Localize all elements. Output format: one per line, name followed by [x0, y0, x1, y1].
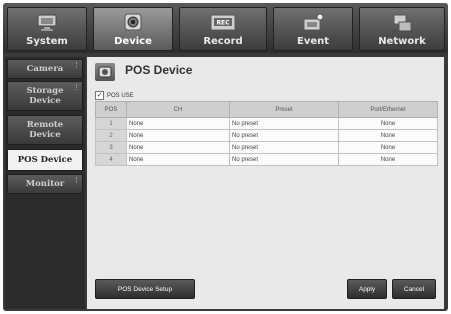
pos-number: 2	[95, 129, 127, 142]
port-select[interactable]: None	[338, 141, 438, 154]
expand-marker-icon	[76, 84, 80, 90]
preset-select[interactable]: No preset	[229, 129, 339, 142]
ch-select[interactable]: None	[126, 117, 230, 130]
pos-use-label: POS USE	[107, 92, 134, 99]
camera-icon	[120, 12, 146, 34]
tab-event[interactable]: Event	[273, 7, 353, 51]
preset-select[interactable]: No preset	[229, 141, 339, 154]
table-row: 2 None No preset None	[95, 129, 438, 142]
ch-select[interactable]: None	[126, 153, 230, 166]
port-select[interactable]: None	[338, 129, 438, 142]
pos-device-setup-button[interactable]: POS Device Setup	[95, 279, 195, 299]
tab-system[interactable]: System	[7, 7, 87, 51]
sidebar-item-storage-device[interactable]: Storage Device	[7, 81, 83, 111]
pos-use-option[interactable]: ✓ POS USE	[95, 91, 134, 100]
sidebar-item-pos-device[interactable]: POS Device	[7, 149, 83, 171]
sidebar-item-remote-device[interactable]: Remote Device	[7, 115, 83, 145]
content-panel: POS Device ✓ POS USE POS CH Preset Port/…	[87, 57, 444, 309]
expand-marker-icon	[76, 177, 80, 183]
apply-button[interactable]: Apply	[347, 279, 387, 299]
pos-table: POS CH Preset Port/Ethernet 1 None No pr…	[95, 101, 438, 166]
tab-device[interactable]: Device	[93, 7, 173, 51]
tab-label: Event	[296, 36, 330, 47]
pos-device-icon	[95, 63, 115, 81]
table-row: 4 None No preset None	[95, 153, 438, 166]
cancel-button[interactable]: Cancel	[392, 279, 436, 299]
sidebar-item-monitor[interactable]: Monitor	[7, 174, 83, 194]
column-header: Port/Ethernet	[338, 101, 438, 118]
pos-number: 1	[95, 117, 127, 130]
sidebar-item-camera[interactable]: Camera	[7, 59, 83, 79]
sidebar-item-label: Camera	[26, 64, 64, 74]
table-row: 3 None No preset None	[95, 141, 438, 154]
table-row: 1 None No preset None	[95, 117, 438, 130]
pos-number: 3	[95, 141, 127, 154]
svg-text:REC: REC	[216, 20, 230, 27]
port-select[interactable]: None	[338, 117, 438, 130]
page-title: POS Device	[125, 63, 193, 77]
tab-label: Network	[378, 36, 426, 47]
column-header: POS	[95, 101, 127, 118]
pos-number: 4	[95, 153, 127, 166]
dvr-window: System Device REC Record Event Network C…	[3, 3, 448, 311]
sidebar-item-label: Remote Device	[26, 120, 64, 140]
sidebar-item-label: Storage Device	[26, 86, 64, 106]
top-menu-bar: System Device REC Record Event Network	[3, 3, 448, 53]
tab-label: Device	[114, 36, 152, 47]
preset-select[interactable]: No preset	[229, 153, 339, 166]
sidebar-item-label: POS Device	[17, 155, 73, 165]
monitor-icon	[34, 12, 60, 34]
column-header: CH	[126, 101, 230, 118]
event-icon	[300, 12, 326, 34]
expand-marker-icon	[76, 62, 80, 68]
ch-select[interactable]: None	[126, 129, 230, 142]
preset-select[interactable]: No preset	[229, 117, 339, 130]
tab-label: System	[26, 36, 68, 47]
pos-use-checkbox[interactable]: ✓	[95, 91, 104, 100]
tab-network[interactable]: Network	[359, 7, 445, 51]
column-header: Preset	[229, 101, 339, 118]
ch-select[interactable]: None	[126, 141, 230, 154]
network-icon	[389, 12, 415, 34]
sidebar: Camera Storage Device Remote Device POS …	[5, 57, 85, 309]
port-select[interactable]: None	[338, 153, 438, 166]
tab-label: Record	[203, 36, 243, 47]
rec-icon: REC	[210, 12, 236, 34]
sidebar-item-label: Monitor	[25, 179, 65, 189]
tab-record[interactable]: REC Record	[179, 7, 267, 51]
